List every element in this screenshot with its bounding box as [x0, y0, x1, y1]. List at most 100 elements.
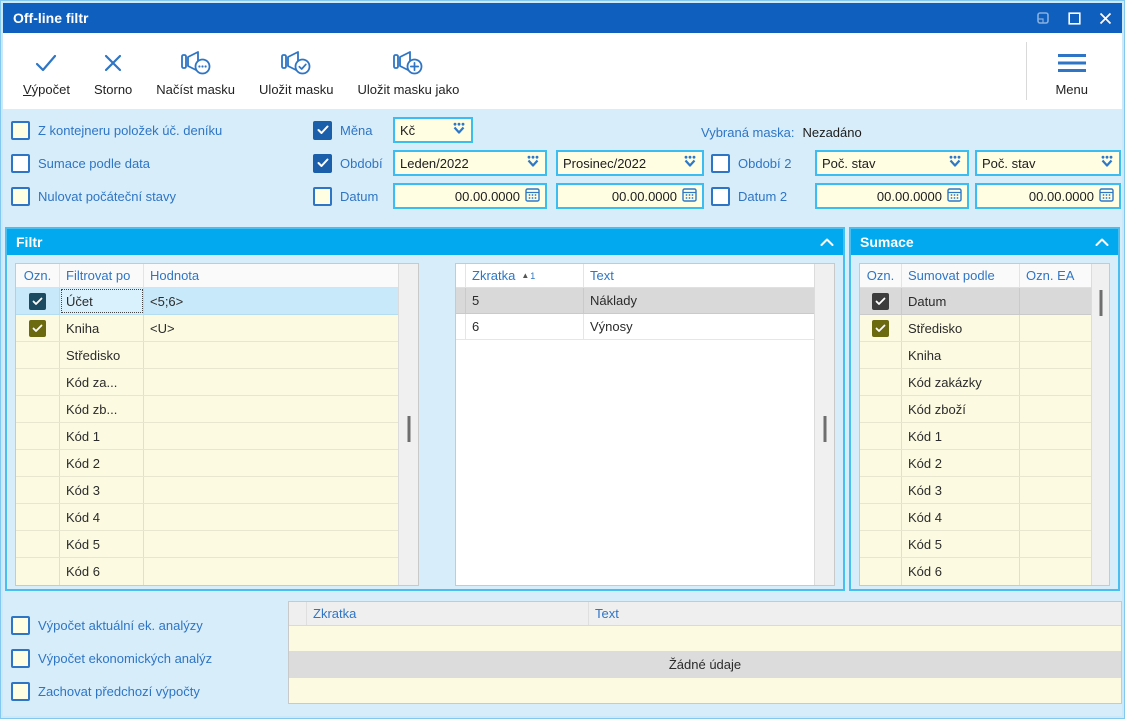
dropdown-arrow-icon[interactable] [683, 155, 697, 171]
table-row[interactable]: Účet <5;6> [16, 288, 398, 315]
table-row[interactable]: Kód zboží [860, 396, 1091, 423]
filter-field-value[interactable] [144, 531, 398, 557]
column-header-ozn[interactable]: Ozn. [860, 264, 902, 287]
option-keep-previous-calcs[interactable]: Zachovat předchozí výpočty [11, 678, 200, 704]
calendar-icon[interactable] [682, 187, 697, 205]
table-row[interactable]: Kód 2 [860, 450, 1091, 477]
calculate-button[interactable]: Výpočet [11, 42, 82, 101]
table-row[interactable]: Kniha <U> [16, 315, 398, 342]
summary-field-name[interactable]: Kniha [902, 342, 1020, 368]
checkbox-unchecked[interactable] [11, 648, 30, 668]
save-mask-button[interactable]: Uložit masku [247, 42, 345, 101]
summary-field-ea[interactable] [1020, 477, 1091, 503]
account-text[interactable]: Náklady [584, 288, 814, 313]
table-row[interactable]: Kód za... [16, 369, 398, 396]
summary-field-name[interactable]: Středisko [902, 315, 1020, 341]
collapse-chevron-icon[interactable] [1095, 238, 1109, 246]
table-row[interactable]: 6 Výnosy [456, 314, 814, 340]
save-mask-as-button[interactable]: Uložit masku jako [345, 42, 471, 101]
summary-field-ea[interactable] [1020, 288, 1091, 314]
period2-to-select[interactable]: Poč. stav [975, 150, 1121, 176]
empty-row[interactable] [289, 626, 1121, 651]
summary-field-name[interactable]: Kód zboží [902, 396, 1020, 422]
filter-field-value[interactable] [144, 369, 398, 395]
empty-row[interactable] [289, 678, 1121, 703]
cancel-button[interactable]: Storno [82, 42, 144, 101]
checkbox-checked[interactable] [872, 292, 889, 310]
filter-field-value[interactable] [144, 558, 398, 585]
table-row[interactable]: Středisko [860, 315, 1091, 342]
option-current-ea-calc[interactable]: Výpočet aktuální ek. analýzy [11, 612, 203, 638]
maximize-icon[interactable] [1068, 11, 1081, 25]
checkbox-checked[interactable] [29, 319, 46, 337]
table-row[interactable]: Kód 1 [16, 423, 398, 450]
option-economic-analyses-calc[interactable]: Výpočet ekonomických analýz [11, 645, 212, 671]
table-row[interactable]: Kód 6 [860, 558, 1091, 585]
table-row[interactable]: Kód 6 [16, 558, 398, 585]
period2-from-select[interactable]: Poč. stav [815, 150, 969, 176]
table-row[interactable]: Kód 2 [16, 450, 398, 477]
summary-field-ea[interactable] [1020, 504, 1091, 530]
summary-field-name[interactable]: Kód zakázky [902, 369, 1020, 395]
summary-field-name[interactable]: Kód 6 [902, 558, 1020, 585]
filter-field-value[interactable] [144, 423, 398, 449]
summary-field-name[interactable]: Kód 4 [902, 504, 1020, 530]
option-date2[interactable]: Datum 2 [711, 183, 787, 209]
summary-field-ea[interactable] [1020, 450, 1091, 476]
column-header-text[interactable]: Text [584, 264, 814, 287]
filter-field-name[interactable]: Kód 4 [60, 504, 144, 530]
dropdown-arrow-icon[interactable] [452, 122, 466, 138]
table-row[interactable]: Kód 4 [860, 504, 1091, 531]
table-row[interactable]: Kód 5 [16, 531, 398, 558]
dropdown-arrow-icon[interactable] [526, 155, 540, 171]
summary-field-ea[interactable] [1020, 531, 1091, 557]
date2-from-input[interactable]: 00.00.0000 [815, 183, 969, 209]
summary-field-ea[interactable] [1020, 342, 1091, 368]
checkbox-unchecked[interactable] [11, 120, 30, 140]
table-header[interactable]: Ozn. Filtrovat po Hodnota [16, 264, 398, 288]
column-header-filtrovat-po[interactable]: Filtrovat po [60, 264, 144, 287]
checkbox-checked[interactable] [29, 292, 46, 310]
summary-field-ea[interactable] [1020, 369, 1091, 395]
calendar-icon[interactable] [1099, 187, 1114, 205]
checkbox-checked[interactable] [313, 153, 332, 173]
filter-field-value[interactable]: <5;6> [144, 288, 398, 314]
option-date[interactable]: Datum [313, 183, 378, 209]
table-row[interactable]: 5 Náklady [456, 288, 814, 314]
filter-field-value[interactable] [144, 504, 398, 530]
calendar-icon[interactable] [947, 187, 962, 205]
date-from-input[interactable]: 00.00.0000 [393, 183, 547, 209]
column-header-ozn[interactable]: Ozn. [16, 264, 60, 287]
table-row[interactable]: Středisko [16, 342, 398, 369]
scrollbar[interactable] [814, 264, 834, 585]
scrollbar[interactable] [398, 264, 418, 585]
filter-field-name[interactable]: Kniha [60, 315, 144, 341]
table-row[interactable]: Kód zb... [16, 396, 398, 423]
filter-panel-header[interactable]: Filtr [7, 229, 843, 255]
option-reset-opening-balances[interactable]: Nulovat počáteční stavy [11, 183, 176, 209]
summary-field-name[interactable]: Kód 3 [902, 477, 1020, 503]
filter-field-name[interactable]: Kód 5 [60, 531, 144, 557]
checkbox-unchecked[interactable] [711, 153, 730, 173]
option-currency[interactable]: Měna [313, 117, 373, 143]
checkbox-unchecked[interactable] [313, 186, 332, 206]
checkbox-checked[interactable] [872, 319, 889, 337]
option-sum-by-date[interactable]: Sumace podle data [11, 150, 150, 176]
filter-field-value[interactable] [144, 342, 398, 368]
date-to-input[interactable]: 00.00.0000 [556, 183, 704, 209]
filter-field-name[interactable]: Účet [60, 288, 144, 314]
filter-field-value[interactable] [144, 396, 398, 422]
filter-field-name[interactable]: Kód 2 [60, 450, 144, 476]
filter-field-value[interactable] [144, 477, 398, 503]
table-row[interactable]: Datum [860, 288, 1091, 315]
calendar-icon[interactable] [525, 187, 540, 205]
date2-to-input[interactable]: 00.00.0000 [975, 183, 1121, 209]
column-header-text[interactable]: Text [589, 602, 1121, 625]
summary-field-ea[interactable] [1020, 315, 1091, 341]
filter-field-name[interactable]: Kód za... [60, 369, 144, 395]
table-header[interactable]: Zkratka ▲ 1 Text [456, 264, 814, 288]
summary-panel-header[interactable]: Sumace [851, 229, 1118, 255]
checkbox-unchecked[interactable] [11, 681, 30, 701]
table-header[interactable]: Ozn. Sumovat podle Ozn. EA [860, 264, 1091, 288]
account-code[interactable]: 5 [466, 288, 584, 313]
